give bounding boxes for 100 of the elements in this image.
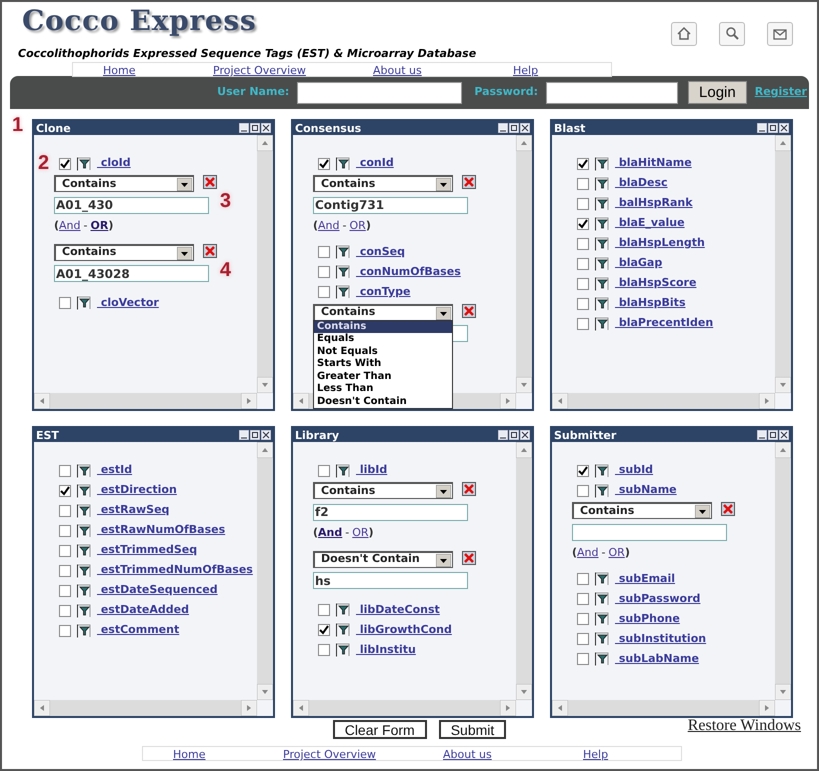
filter-icon[interactable] (336, 156, 350, 170)
filter-icon[interactable] (77, 504, 91, 518)
dropdown-option[interactable]: Less Than (314, 383, 452, 396)
vertical-scrollbar[interactable] (775, 442, 791, 700)
filter-icon[interactable] (77, 296, 91, 310)
remove-icon[interactable] (203, 175, 217, 189)
filter-icon[interactable] (595, 484, 609, 498)
checkbox[interactable] (577, 238, 589, 250)
filter-icon[interactable] (336, 643, 350, 657)
nav-link[interactable]: Help (513, 64, 538, 77)
filter-icon[interactable] (595, 592, 609, 606)
scroll-arrow-icon[interactable] (293, 700, 309, 716)
and-link[interactable]: And (318, 525, 342, 542)
horizontal-scrollbar[interactable] (552, 700, 775, 716)
filter-icon[interactable] (595, 256, 609, 270)
scroll-arrow-icon[interactable] (552, 700, 568, 716)
close-icon[interactable] (261, 123, 271, 133)
scroll-arrow-icon[interactable] (257, 377, 273, 393)
checked-checkbox[interactable] (59, 158, 71, 170)
filter-icon[interactable] (595, 156, 609, 170)
column-link[interactable]: blaDesc (615, 175, 668, 192)
filter-icon[interactable] (595, 296, 609, 310)
horizontal-scrollbar[interactable] (293, 700, 516, 716)
dropdown-option[interactable]: Contains (314, 320, 452, 333)
filter-icon[interactable] (595, 572, 609, 586)
column-link[interactable]: estDateSequenced (97, 582, 218, 599)
column-link[interactable]: blaHspScore (615, 275, 696, 292)
scroll-arrow-icon[interactable] (241, 700, 257, 716)
dropdown-option[interactable]: Doesn't Contain (314, 396, 452, 408)
filter-icon[interactable] (336, 603, 350, 617)
text-field[interactable]: f2 (313, 504, 468, 520)
scroll-arrow-icon[interactable] (241, 393, 257, 409)
dropdown[interactable]: Doesn't Contain (313, 550, 453, 568)
filter-icon[interactable] (595, 612, 609, 626)
maximize-icon[interactable] (768, 430, 778, 440)
or-link[interactable]: OR (350, 218, 366, 234)
close-icon[interactable] (779, 123, 789, 133)
footer-link[interactable]: About us (443, 748, 492, 761)
scroll-arrow-icon[interactable] (500, 393, 516, 409)
column-link[interactable]: blaHspBits (615, 295, 686, 312)
checkbox[interactable] (577, 318, 589, 330)
or-link[interactable]: OR (352, 525, 369, 542)
checkbox[interactable] (577, 653, 589, 665)
restore-windows-link[interactable]: Restore Windows (688, 714, 801, 738)
checkbox[interactable] (577, 593, 589, 605)
remove-icon[interactable] (203, 244, 217, 258)
filter-icon[interactable] (595, 196, 609, 210)
column-link[interactable]: subEmail (615, 570, 676, 588)
column-link[interactable]: estComment (97, 622, 180, 639)
and-link[interactable]: And (318, 218, 340, 234)
scroll-arrow-icon[interactable] (775, 377, 791, 393)
filter-icon[interactable] (77, 524, 91, 538)
dropdown[interactable]: Contains (572, 502, 712, 519)
checkbox[interactable] (318, 644, 330, 656)
column-link[interactable]: subId (615, 462, 654, 479)
search-icon[interactable] (719, 22, 745, 46)
scroll-arrow-icon[interactable] (516, 377, 532, 393)
dropdown[interactable]: Contains (313, 482, 453, 499)
remove-icon[interactable] (462, 550, 476, 564)
checkbox[interactable] (59, 297, 71, 309)
scroll-arrow-icon[interactable] (257, 684, 273, 700)
column-link[interactable]: subPassword (615, 590, 700, 608)
footer-link[interactable]: Help (583, 748, 608, 761)
checkbox[interactable] (318, 286, 330, 298)
minimize-icon[interactable] (757, 430, 767, 440)
filter-icon[interactable] (77, 604, 91, 618)
column-link[interactable]: balHspRank (615, 195, 693, 212)
column-link[interactable]: conId (356, 155, 394, 172)
filter-icon[interactable] (77, 464, 91, 478)
close-icon[interactable] (520, 430, 530, 440)
column-link[interactable]: cloId (97, 155, 131, 172)
nav-link[interactable]: Home (103, 64, 136, 77)
column-link[interactable]: blaPrecentIden (615, 315, 714, 332)
filter-icon[interactable] (595, 464, 609, 478)
filter-icon[interactable] (595, 276, 609, 290)
column-link[interactable]: estRawSeq (97, 502, 170, 519)
filter-icon[interactable] (336, 285, 350, 299)
register-link[interactable]: Register (754, 84, 807, 101)
column-link[interactable]: subInstitution (615, 630, 706, 648)
minimize-icon[interactable] (239, 430, 249, 440)
footer-link[interactable]: Project Overview (283, 748, 376, 761)
remove-icon[interactable] (462, 304, 476, 318)
minimize-icon[interactable] (498, 123, 508, 133)
dropdown-option[interactable]: Equals (314, 333, 452, 346)
column-link[interactable]: estId (97, 462, 132, 479)
checkbox[interactable] (59, 564, 71, 576)
column-link[interactable]: conSeq (356, 244, 405, 260)
username-field[interactable] (297, 82, 462, 104)
column-link[interactable]: estDateAdded (97, 602, 189, 619)
vertical-scrollbar[interactable] (257, 135, 273, 393)
login-button[interactable]: Login (688, 81, 747, 104)
column-link[interactable]: estTrimmedSeq (97, 542, 198, 559)
home-icon[interactable] (671, 22, 697, 46)
filter-icon[interactable] (595, 176, 609, 190)
maximize-icon[interactable] (509, 123, 519, 133)
filter-icon[interactable] (336, 623, 350, 637)
vertical-scrollbar[interactable] (257, 442, 273, 700)
remove-icon[interactable] (462, 482, 476, 496)
column-link[interactable]: estRawNumOfBases (97, 522, 226, 539)
checked-checkbox[interactable] (577, 158, 589, 170)
